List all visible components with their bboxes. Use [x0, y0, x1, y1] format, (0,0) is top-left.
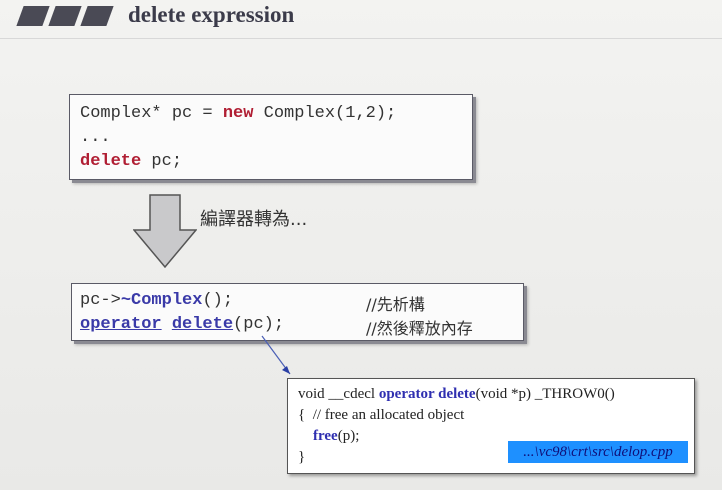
- free-call: free: [313, 428, 338, 444]
- file-path-badge: ...\vc98\crt\src\delop.cpp: [508, 441, 688, 463]
- code-text: void __cdecl: [298, 386, 379, 402]
- code-text: (void *p) _THROW0(): [475, 386, 615, 402]
- code-text: (p);: [337, 428, 360, 444]
- code-line-signature: void __cdecl operator delete(void *p) _T…: [298, 384, 694, 405]
- function-name: operator delete: [378, 386, 476, 402]
- code-line-comment: { // free an allocated object: [298, 407, 465, 423]
